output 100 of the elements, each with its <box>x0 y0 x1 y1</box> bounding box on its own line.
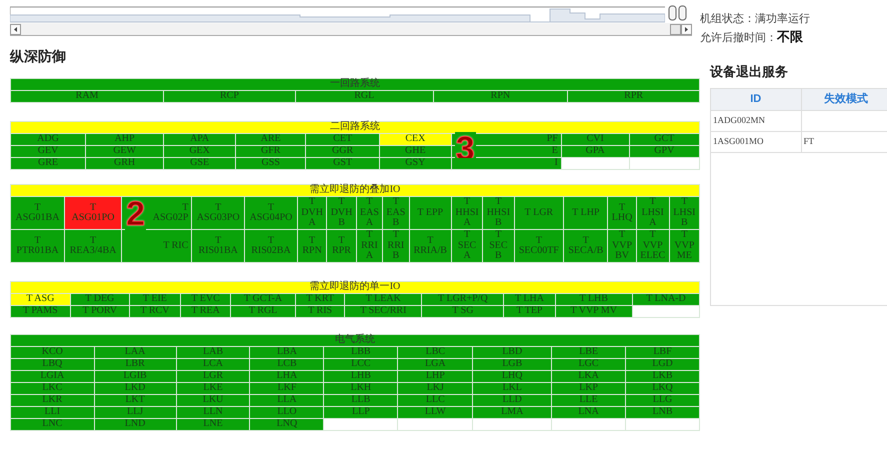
status-cell: T RIS01BA <box>192 230 245 262</box>
status-cell: T ASG01PO <box>64 196 122 230</box>
status-cell: T LHA <box>504 294 556 306</box>
status-cell: LKR <box>10 394 94 406</box>
status-cell: LAA <box>94 346 176 358</box>
status-cell: T LNA-D <box>632 294 700 306</box>
status-cell: GPV <box>629 146 700 158</box>
status-cell: LKT <box>94 394 176 406</box>
status-cell: T KRT <box>295 294 345 306</box>
status-cell: CVI <box>561 134 630 146</box>
status-cell: T GCT-A <box>230 294 296 306</box>
status-cell: LGR <box>176 370 250 382</box>
status-cell: CEX <box>379 134 452 146</box>
status-cell: LKQ <box>626 382 700 394</box>
status-cell: LKH <box>324 382 398 394</box>
status-cell: RPN <box>433 90 568 102</box>
status-cell: T ASG03PO <box>192 196 245 230</box>
status-cell: LBC <box>398 346 473 358</box>
status-cell: LBB <box>324 346 398 358</box>
status-cell: LKP <box>552 382 626 394</box>
status-cell: LHB <box>324 370 398 382</box>
status-cell: LLE <box>552 394 626 406</box>
status-cell: T PORV <box>70 306 130 318</box>
scrollbar[interactable] <box>10 23 692 36</box>
page-title: 纵深防御 <box>10 50 67 66</box>
status-cell: LGIA <box>10 370 94 382</box>
column-header[interactable]: 失效模式 <box>801 88 887 110</box>
status-cell: LNE <box>176 418 250 430</box>
status-cell: APA <box>164 134 236 146</box>
status-cell: T REA3/4BA <box>64 230 122 262</box>
status-cell: GSE <box>164 158 236 170</box>
status-cell: LLO <box>250 406 324 418</box>
column-header[interactable]: ID <box>711 88 801 110</box>
status-cell: T RRIA/B <box>409 230 452 262</box>
status-cell: ARE <box>236 134 306 146</box>
status-cell: LGC <box>552 358 626 370</box>
status-cell: LCC <box>324 358 398 370</box>
status-cell: LKE <box>176 382 250 394</box>
status-cell: T TEP <box>504 306 556 318</box>
status-cell: T EPP <box>409 196 452 230</box>
status-cell: LBF <box>626 346 700 358</box>
status-cell: T PAMS <box>10 306 70 318</box>
status-cell: RCP <box>164 90 296 102</box>
table-cell: FT <box>801 132 887 152</box>
status-cell: GFR <box>236 146 306 158</box>
status-cell: T HHSI B <box>482 196 514 230</box>
status-cell: RAM <box>10 90 164 102</box>
status-cell: T RIS02BA <box>244 230 298 262</box>
status-cell: T VVP BV <box>608 230 636 262</box>
status-cell: LLB <box>324 394 398 406</box>
status-cell: T RGL <box>230 306 296 318</box>
section-header: 需立即退防的单一IO <box>10 282 700 294</box>
status-cell: GRE <box>10 158 86 170</box>
status-cell: LAB <box>176 346 250 358</box>
status-cell: T SG <box>422 306 504 318</box>
status-cell: LGD <box>626 358 700 370</box>
status-cell: T LHSI A <box>636 196 670 230</box>
status-cell: T SECA/B <box>564 230 608 262</box>
status-cell: LKU <box>176 394 250 406</box>
status-cell: T DVH A <box>297 196 327 230</box>
status-cell: LNC <box>10 418 94 430</box>
panel-title: 设备退出服务 <box>710 63 789 81</box>
status-cell: AHP <box>86 134 164 146</box>
status-cell: LKJ <box>398 382 473 394</box>
status-cell: T RIS <box>295 306 345 318</box>
range-handle-icon[interactable] <box>667 5 689 21</box>
status-cell: LNB <box>626 406 700 418</box>
status-cell: GEX <box>164 146 236 158</box>
status-cell: LND <box>94 418 176 430</box>
status-cell: LHP <box>398 370 473 382</box>
status-cell: T RIC <box>122 230 192 262</box>
status-cell: T LGR+P/Q <box>422 294 504 306</box>
status-cell: LLC <box>398 394 473 406</box>
status-cell: LBE <box>552 346 626 358</box>
status-cell: T LGR <box>514 196 564 230</box>
status-cell: T DVH B <box>326 196 356 230</box>
status-cell: T ASG <box>10 294 70 306</box>
status-cell: LKC <box>10 382 94 394</box>
status-cell: LKF <box>250 382 324 394</box>
status-cell: T PTR01BA <box>10 230 65 262</box>
table-cell: 1ADG002MN <box>711 110 801 132</box>
status-cell: LBQ <box>10 358 94 370</box>
section-header: 一回路系统 <box>10 78 700 90</box>
status-cell: LLN <box>176 406 250 418</box>
status-cell: LKL <box>472 382 552 394</box>
status-cell: T SEC/RRI <box>344 306 422 318</box>
unit-status-text: 机组状态：满功率运行 <box>700 12 811 27</box>
status-cell: LLI <box>10 406 94 418</box>
status-cell: LGIB <box>94 370 176 382</box>
status-cell: T LHP <box>564 196 608 230</box>
status-cell: T LHB <box>555 294 632 306</box>
scroll-right-icon[interactable] <box>670 24 692 34</box>
status-cell: LKB <box>626 370 700 382</box>
status-cell: GRH <box>86 158 164 170</box>
status-cell: LCB <box>250 358 324 370</box>
status-cell: T LHSI B <box>669 196 700 230</box>
section-header: 需立即退防的叠加IO <box>10 184 700 196</box>
scroll-left-icon[interactable] <box>10 24 21 34</box>
status-cell: LLG <box>626 394 700 406</box>
status-cell: GEV <box>10 146 86 158</box>
